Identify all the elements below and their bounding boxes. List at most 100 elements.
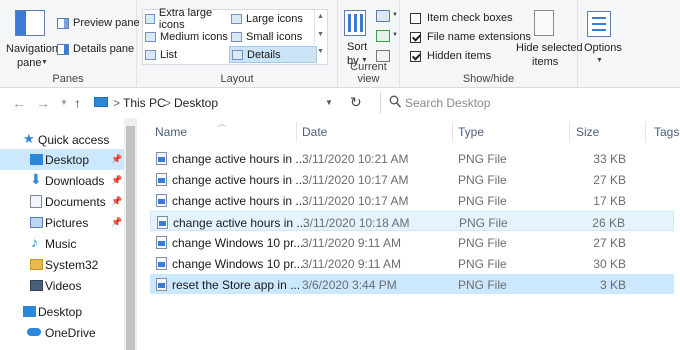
search-input[interactable]	[405, 95, 665, 111]
chevron-down-icon[interactable]: ▼	[392, 12, 398, 18]
column-header-date[interactable]: Date	[302, 125, 327, 139]
options-button[interactable]: Options ▼	[580, 8, 622, 70]
nav-item-desktop-pinned[interactable]: Desktop 📌	[0, 149, 124, 170]
column-divider[interactable]	[296, 122, 297, 142]
group-by-icon[interactable]	[376, 10, 390, 22]
file-size: 27 KB	[593, 173, 626, 187]
breadcrumb-desktop[interactable]: Desktop	[174, 96, 218, 110]
hide-selected-items-button[interactable]: Hide selected items	[512, 8, 583, 68]
nav-item-desktop[interactable]: Desktop	[0, 301, 124, 322]
details-pane-button[interactable]: Details pane	[57, 42, 134, 58]
layout-large-icons[interactable]: Large icons	[229, 10, 317, 27]
layout-gallery: Extra large icons Large icons Medium ico…	[142, 7, 328, 65]
hidden-items-label: Hidden items	[427, 50, 492, 62]
file-size: 27 KB	[593, 236, 626, 250]
pin-icon[interactable]: 📌	[111, 154, 122, 165]
nav-item-documents[interactable]: Documents 📌	[0, 191, 124, 212]
file-name-extensions-checkbox[interactable]	[410, 32, 421, 43]
add-columns-icon[interactable]	[376, 30, 390, 42]
file-name: change Windows 10 pr...	[172, 236, 304, 250]
file-list: ︿ Name Date Type Size Tags change active…	[137, 118, 680, 350]
preview-pane-button[interactable]: Preview pane	[57, 16, 140, 32]
column-divider[interactable]	[569, 122, 570, 142]
preview-pane-icon	[57, 18, 69, 29]
pin-icon[interactable]: 📌	[111, 175, 122, 186]
desktop-folder-icon	[23, 306, 36, 317]
nav-item-onedrive[interactable]: OneDrive	[0, 322, 124, 343]
pin-icon[interactable]: 📌	[111, 217, 122, 228]
file-row[interactable]: change active hours in ... 3/11/2020 10:…	[150, 148, 674, 168]
hide-selected-label-line2: items	[532, 56, 559, 68]
file-row[interactable]: change active hours in ... 3/11/2020 10:…	[150, 169, 674, 189]
navigation-pane-button[interactable]: Navigation pane ▼	[4, 6, 58, 70]
nav-item-quick-access[interactable]: ★ Quick access	[0, 129, 124, 150]
nav-item-label: Desktop	[38, 304, 83, 319]
refresh-icon[interactable]: ↻	[350, 94, 362, 111]
recent-locations-chevron-icon[interactable]: ▼	[60, 98, 68, 107]
address-box[interactable]: > This PC > Desktop ▼ ↻	[92, 92, 377, 114]
column-header-tags[interactable]: Tags	[654, 125, 679, 139]
file-type: PNG File	[458, 152, 507, 166]
navigation-scrollbar-thumb[interactable]	[126, 126, 135, 350]
nav-item-label: Desktop	[45, 152, 90, 167]
nav-item-downloads[interactable]: ⬇ Downloads 📌	[0, 170, 124, 191]
png-file-icon	[156, 236, 167, 249]
file-row-selected[interactable]: reset the Store app in ... 3/6/2020 3:44…	[150, 274, 674, 294]
file-row[interactable]: change Windows 10 pr... 3/11/2020 9:11 A…	[150, 232, 674, 252]
large-icons-icon	[231, 13, 242, 24]
nav-item-label: Downloads	[45, 173, 105, 188]
layout-option-label: Extra large icons	[158, 6, 213, 31]
up-arrow-icon[interactable]: ↑	[74, 95, 81, 111]
nav-item-videos[interactable]: Videos	[0, 275, 124, 296]
column-header-name[interactable]: Name	[155, 125, 187, 139]
layout-details[interactable]: Details	[229, 46, 317, 63]
breadcrumb-this-pc[interactable]: This PC	[123, 96, 166, 110]
layout-extra-large-icons[interactable]: Extra large icons	[143, 7, 231, 31]
file-size: 3 KB	[599, 278, 626, 292]
nav-item-music[interactable]: ♪ Music	[0, 233, 124, 254]
hidden-items-toggle[interactable]: Hidden items	[410, 50, 520, 64]
column-divider[interactable]	[645, 122, 646, 142]
layout-option-label: Small icons	[246, 30, 303, 43]
file-name-extensions-toggle[interactable]: File name extensions	[410, 31, 531, 45]
chevron-down-icon[interactable]: ▼	[317, 31, 324, 38]
hidden-items-checkbox[interactable]	[410, 51, 421, 62]
navigation-pane-label-line2: pane	[17, 57, 42, 69]
item-check-boxes-checkbox[interactable]	[410, 13, 421, 24]
navigation-scrollbar[interactable]	[124, 118, 137, 350]
file-date: 3/11/2020 10:18 AM	[303, 216, 410, 230]
desktop-folder-icon	[30, 154, 43, 165]
back-arrow-icon[interactable]: ←	[12, 95, 26, 111]
item-check-boxes-toggle[interactable]: Item check boxes	[410, 12, 520, 26]
folder-icon	[30, 259, 43, 270]
file-type: PNG File	[458, 194, 507, 208]
layout-small-icons[interactable]: Small icons	[229, 28, 317, 45]
layout-medium-icons[interactable]: Medium icons	[143, 28, 231, 45]
file-row[interactable]: change Windows 10 pr... 3/11/2020 9:11 A…	[150, 253, 674, 273]
forward-arrow-icon[interactable]: →	[36, 95, 50, 111]
file-row[interactable]: change active hours in ... 3/11/2020 10:…	[150, 211, 674, 231]
panes-group: Navigation pane ▼ Preview pane Details p…	[0, 0, 140, 88]
file-date: 3/11/2020 9:11 AM	[302, 257, 401, 271]
file-row[interactable]: change active hours in ... 3/11/2020 10:…	[150, 190, 674, 210]
address-dropdown-chevron-icon[interactable]: ▼	[325, 98, 333, 107]
column-divider[interactable]	[452, 122, 453, 142]
layout-option-label: Medium icons	[160, 30, 228, 43]
documents-folder-icon	[30, 195, 42, 208]
chevron-down-icon[interactable]: ▼	[392, 32, 398, 38]
more-icon[interactable]: ▼	[317, 48, 324, 55]
file-type: PNG File	[458, 236, 507, 250]
sort-by-button[interactable]: Sort by ▼	[342, 8, 370, 68]
nav-item-label: Music	[45, 236, 77, 251]
nav-item-system32[interactable]: System32	[0, 254, 124, 275]
file-type: PNG File	[458, 278, 507, 292]
png-file-icon	[156, 152, 167, 165]
layout-list[interactable]: List	[143, 46, 231, 63]
nav-item-pictures[interactable]: Pictures 📌	[0, 212, 124, 233]
chevron-up-icon[interactable]: ▲	[317, 13, 324, 20]
layout-gallery-scroller[interactable]: ▲ ▼ ▼	[314, 10, 327, 64]
pin-icon[interactable]: 📌	[111, 196, 122, 207]
column-header-type[interactable]: Type	[458, 125, 484, 139]
column-header-size[interactable]: Size	[576, 125, 599, 139]
pictures-folder-icon	[30, 217, 43, 228]
